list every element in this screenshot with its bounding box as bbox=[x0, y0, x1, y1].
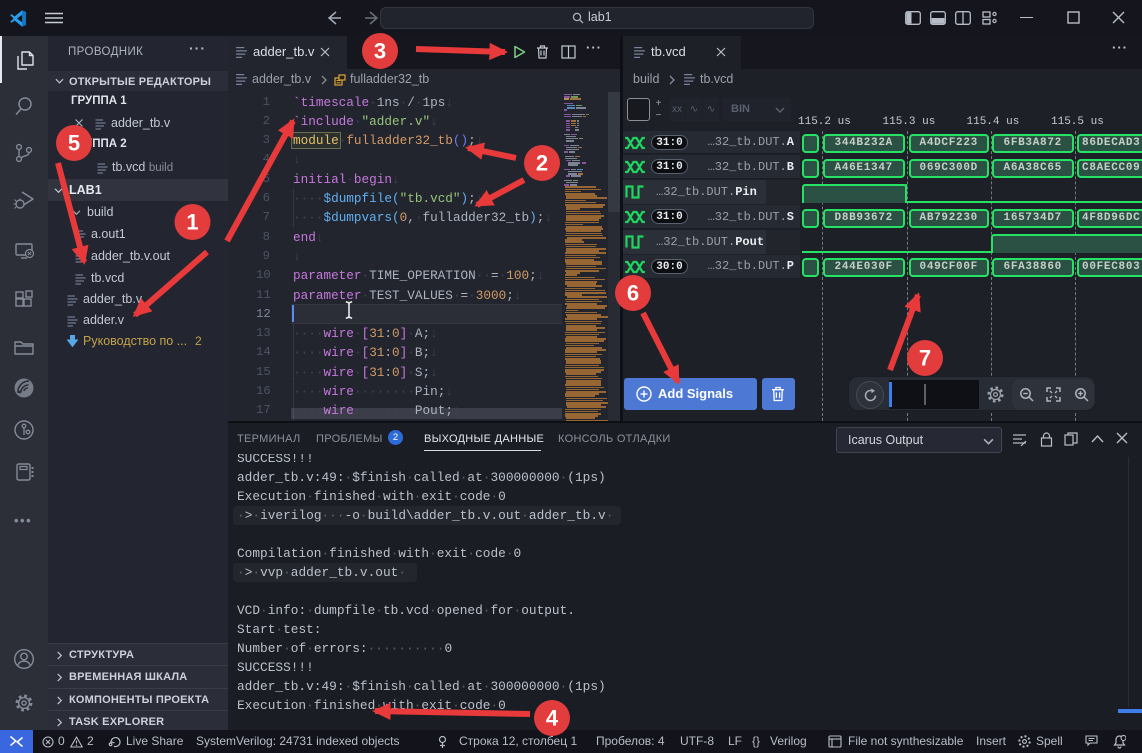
svg-text:7: 7 bbox=[919, 346, 931, 371]
svg-text:4: 4 bbox=[546, 706, 559, 731]
svg-text:3: 3 bbox=[374, 39, 386, 64]
svg-text:2: 2 bbox=[536, 151, 548, 176]
svg-text:6: 6 bbox=[627, 281, 639, 306]
svg-text:5: 5 bbox=[68, 131, 80, 156]
svg-text:1: 1 bbox=[186, 210, 198, 235]
